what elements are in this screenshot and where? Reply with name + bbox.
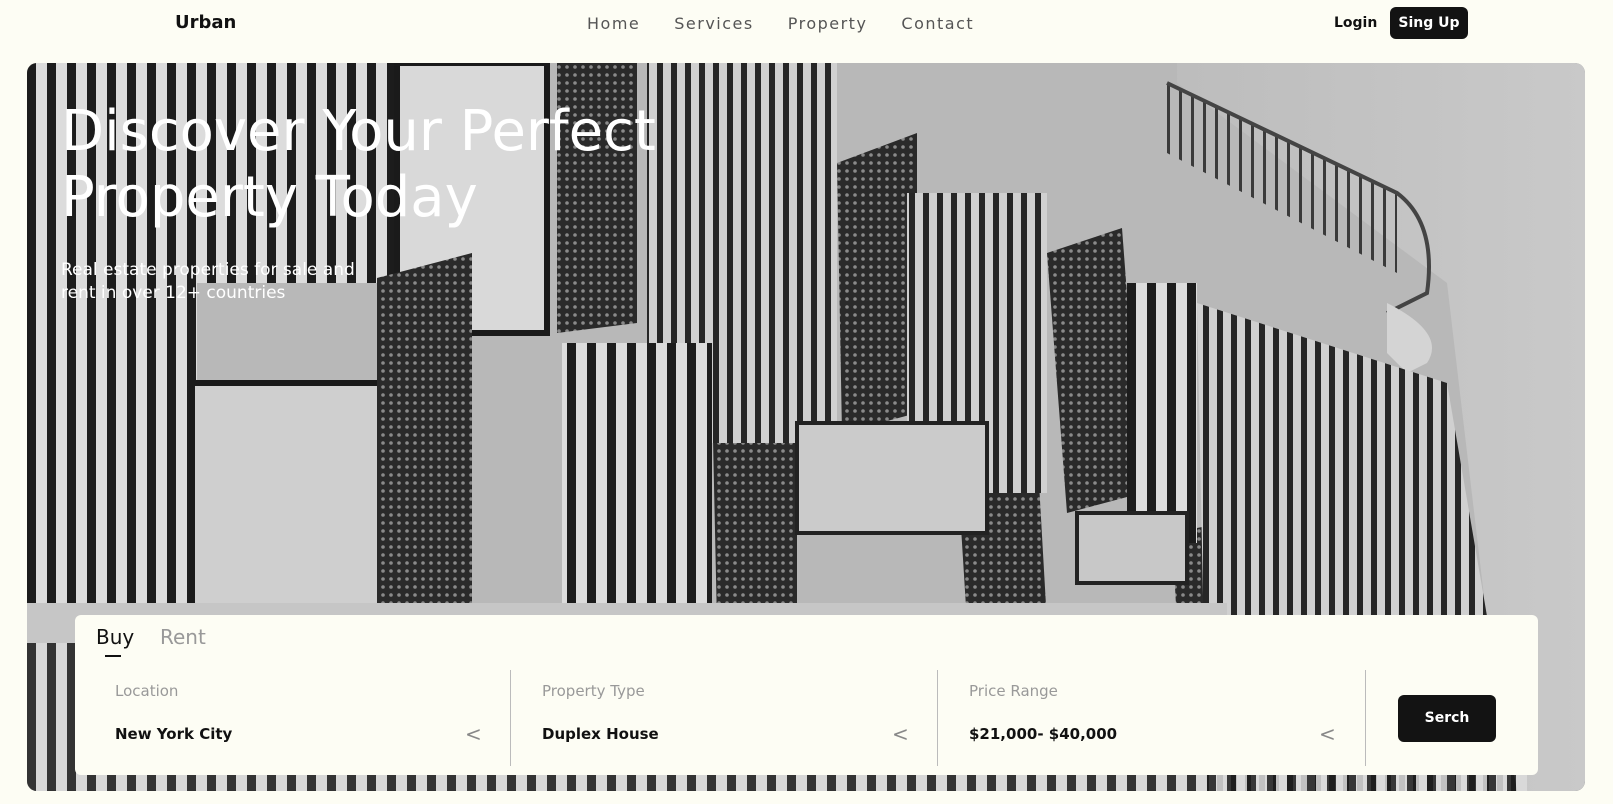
login-button[interactable]: Login — [1334, 15, 1377, 31]
nav-home-link[interactable]: Home — [587, 14, 640, 33]
location-label: Location — [115, 682, 179, 700]
tab-rent[interactable]: Rent — [160, 625, 206, 649]
hero-subtitle-line-1: Real estate properties for sale and — [61, 260, 355, 280]
property-type-chevron-icon[interactable]: < — [892, 722, 909, 746]
field-divider — [1365, 670, 1366, 766]
tab-buy[interactable]: Buy — [96, 625, 134, 649]
hero-title: Discover Your Perfect Property Today — [61, 99, 681, 231]
signup-button[interactable]: Sing Up — [1390, 7, 1468, 39]
price-range-chevron-icon[interactable]: < — [1319, 722, 1336, 746]
top-nav: Urban Home Services Property Contact Log… — [0, 0, 1613, 50]
search-button[interactable]: Serch — [1398, 695, 1496, 742]
active-tab-indicator — [105, 655, 121, 657]
nav-services-link[interactable]: Services — [674, 14, 753, 33]
hero-title-line-1: Discover Your Perfect — [61, 99, 656, 164]
property-type-value[interactable]: Duplex House — [542, 725, 659, 743]
main-menu: Home Services Property Contact — [587, 14, 1008, 33]
price-range-label: Price Range — [969, 682, 1058, 700]
price-range-field[interactable]: Price Range $21,000- $40,000 < — [929, 670, 1357, 766]
price-range-value[interactable]: $21,000- $40,000 — [969, 725, 1117, 743]
location-field[interactable]: Location New York City < — [75, 670, 502, 766]
nav-property-link[interactable]: Property — [788, 14, 868, 33]
brand-logo[interactable]: Urban — [175, 12, 236, 33]
property-search-panel: Buy Rent Location New York City < Proper… — [75, 615, 1538, 775]
hero-subtitle-line-2: rent in over 12+ countries — [61, 283, 286, 303]
property-type-field[interactable]: Property Type Duplex House < — [502, 670, 930, 766]
property-type-label: Property Type — [542, 682, 645, 700]
hero-title-line-2: Property Today — [61, 165, 478, 230]
nav-contact-link[interactable]: Contact — [901, 14, 974, 33]
hero-subtitle: Real estate properties for sale and rent… — [61, 259, 381, 305]
location-chevron-icon[interactable]: < — [465, 722, 482, 746]
location-value[interactable]: New York City — [115, 725, 232, 743]
